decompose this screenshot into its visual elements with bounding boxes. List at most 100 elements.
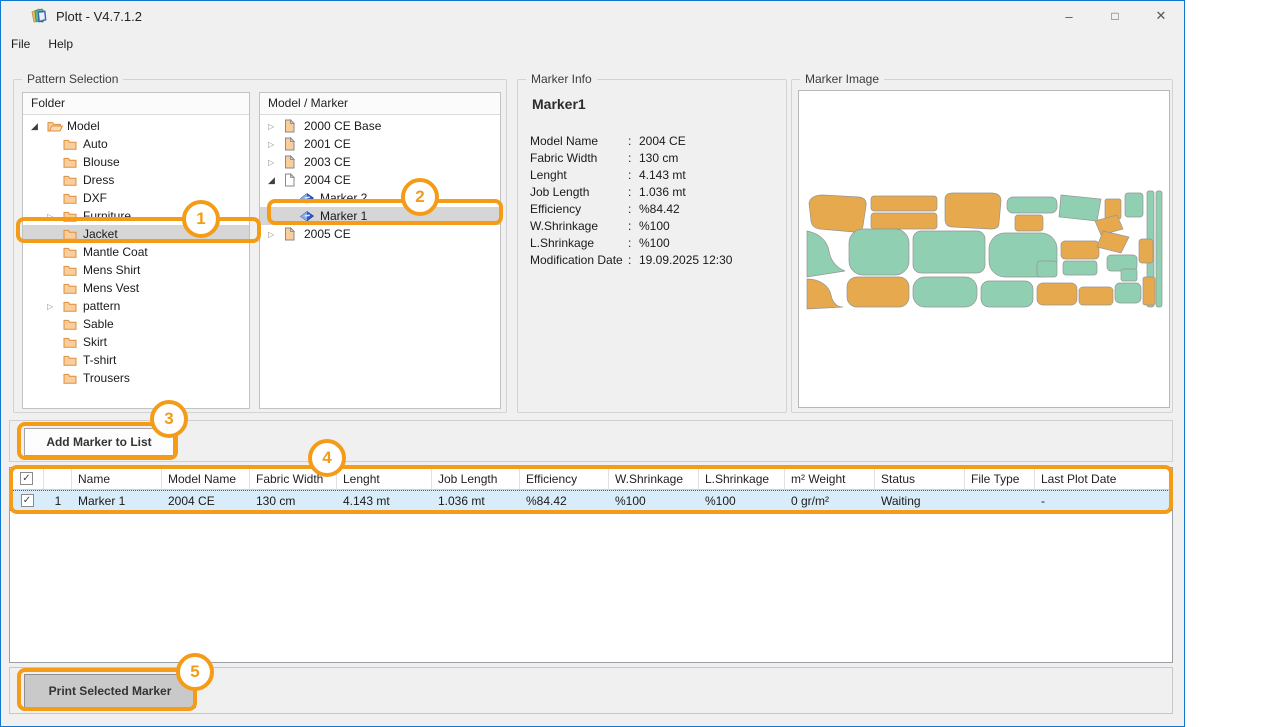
annotation-box-4 (9, 465, 1173, 514)
info-separator: : (628, 185, 639, 199)
info-label: Fabric Width (530, 151, 628, 165)
info-separator: : (628, 219, 639, 233)
folder-icon (63, 300, 79, 312)
info-separator: : (628, 253, 639, 267)
folder-icon (63, 372, 79, 384)
tree-item-skirt[interactable]: Skirt (23, 333, 249, 351)
tree-item-label: Blouse (79, 155, 120, 169)
tree-item-model[interactable]: ◢ Model (23, 117, 249, 135)
tree-item-label: Skirt (79, 335, 107, 349)
tree-item-label: pattern (79, 299, 120, 313)
tree-item-pattern[interactable]: ▷ pattern (23, 297, 249, 315)
info-label: Job Length (530, 185, 628, 199)
tree-item-dxf[interactable]: DXF (23, 189, 249, 207)
info-row: Lenght:4.143 mt (530, 166, 780, 183)
annotation-circle-3: 3 (150, 400, 188, 438)
expander-expanded-icon[interactable]: ◢ (31, 121, 47, 132)
menu-help[interactable]: Help (47, 34, 82, 54)
tree-item-2001-ce[interactable]: ▷ 2001 CE (260, 135, 500, 153)
maximize-button[interactable]: □ (1092, 1, 1138, 31)
expander-collapsed-icon[interactable]: ▷ (268, 140, 284, 149)
model-doc-icon-open (284, 173, 300, 187)
marker-layout-image (799, 91, 1169, 407)
tree-item-label: Auto (79, 137, 108, 151)
info-separator: : (628, 236, 639, 250)
info-label: Lenght (530, 168, 628, 182)
expander-collapsed-icon[interactable]: ▷ (268, 158, 284, 167)
expander-collapsed-icon[interactable]: ▷ (268, 230, 284, 239)
tree-item-auto[interactable]: Auto (23, 135, 249, 153)
tree-item-sable[interactable]: Sable (23, 315, 249, 333)
info-label: Efficiency (530, 202, 628, 216)
folder-icon (63, 264, 79, 276)
menu-file[interactable]: File (10, 34, 39, 54)
info-separator: : (628, 151, 639, 165)
app-window: Plott - V4.7.1.2 – □ ✕ File Help Pattern… (0, 0, 1185, 727)
folder-icon (63, 174, 79, 186)
folder-tree: ◢ Model Auto Blouse Dress (23, 115, 249, 387)
info-separator: : (628, 134, 639, 148)
info-label: Model Name (530, 134, 628, 148)
group-label: Marker Image (800, 72, 884, 86)
info-value: 19.09.2025 12:30 (639, 253, 732, 267)
tree-item-label: Model (63, 119, 100, 133)
tree-item-mens-shirt[interactable]: Mens Shirt (23, 261, 249, 279)
tree-item-label: T-shirt (79, 353, 116, 367)
info-value: 2004 CE (639, 134, 686, 148)
folder-panel-header[interactable]: Folder (23, 93, 249, 115)
tree-item-label: Mantle Coat (79, 245, 148, 259)
minimize-button[interactable]: – (1046, 1, 1092, 31)
tree-item-dress[interactable]: Dress (23, 171, 249, 189)
tree-item-trousers[interactable]: Trousers (23, 369, 249, 387)
info-row: Job Length:1.036 mt (530, 183, 780, 200)
tree-item-2003-ce[interactable]: ▷ 2003 CE (260, 153, 500, 171)
info-row: W.Shrinkage:%100 (530, 217, 780, 234)
info-value: 4.143 mt (639, 168, 686, 182)
info-row: Model Name:2004 CE (530, 132, 780, 149)
tree-item-mantle-coat[interactable]: Mantle Coat (23, 243, 249, 261)
model-marker-panel: Model / Marker ▷ 2000 CE Base ▷ 2001 CE … (259, 92, 501, 409)
tree-item-label: DXF (79, 191, 107, 205)
pattern-selection-group: Pattern Selection Folder ◢ Model Auto (13, 79, 507, 413)
info-value: %100 (639, 219, 670, 233)
marker-info-group: Marker Info Marker1 Model Name:2004 CE F… (517, 79, 787, 413)
info-row: Fabric Width:130 cm (530, 149, 780, 166)
tree-item-blouse[interactable]: Blouse (23, 153, 249, 171)
tree-item-tshirt[interactable]: T-shirt (23, 351, 249, 369)
info-value: 1.036 mt (639, 185, 686, 199)
folder-icon (63, 156, 79, 168)
folder-icon (63, 336, 79, 348)
tree-item-label: Mens Vest (79, 281, 139, 295)
annotation-box-1 (16, 217, 261, 243)
model-marker-header[interactable]: Model / Marker (260, 93, 500, 115)
expander-collapsed-icon[interactable]: ▷ (47, 302, 63, 311)
info-label: L.Shrinkage (530, 236, 628, 250)
folder-icon (63, 282, 79, 294)
info-row: Efficiency:%84.42 (530, 200, 780, 217)
close-button[interactable]: ✕ (1138, 1, 1184, 31)
folder-icon (63, 138, 79, 150)
expander-expanded-icon[interactable]: ◢ (268, 175, 284, 186)
tree-item-2004-ce[interactable]: ◢ 2004 CE (260, 171, 500, 189)
tree-item-label: 2003 CE (300, 155, 351, 169)
folder-icon (63, 246, 79, 258)
folder-icon (63, 354, 79, 366)
info-value: 130 cm (639, 151, 678, 165)
tree-item-label: 2005 CE (300, 227, 351, 241)
tree-item-2005-ce[interactable]: ▷ 2005 CE (260, 225, 500, 243)
tree-item-label: Mens Shirt (79, 263, 140, 277)
expander-collapsed-icon[interactable]: ▷ (268, 122, 284, 131)
tree-item-2000-ce-base[interactable]: ▷ 2000 CE Base (260, 117, 500, 135)
app-icon (30, 7, 48, 24)
tree-item-label: Trousers (79, 371, 130, 385)
model-doc-icon (284, 227, 300, 241)
folder-icon (63, 192, 79, 204)
tree-item-label: Dress (79, 173, 114, 187)
title-bar: Plott - V4.7.1.2 – □ ✕ (1, 1, 1184, 31)
model-doc-icon (284, 155, 300, 169)
annotation-circle-1: 1 (182, 200, 220, 238)
open-folder-icon (47, 120, 63, 132)
tree-item-mens-vest[interactable]: Mens Vest (23, 279, 249, 297)
info-separator: : (628, 202, 639, 216)
marker-image-group: Marker Image (791, 79, 1173, 413)
